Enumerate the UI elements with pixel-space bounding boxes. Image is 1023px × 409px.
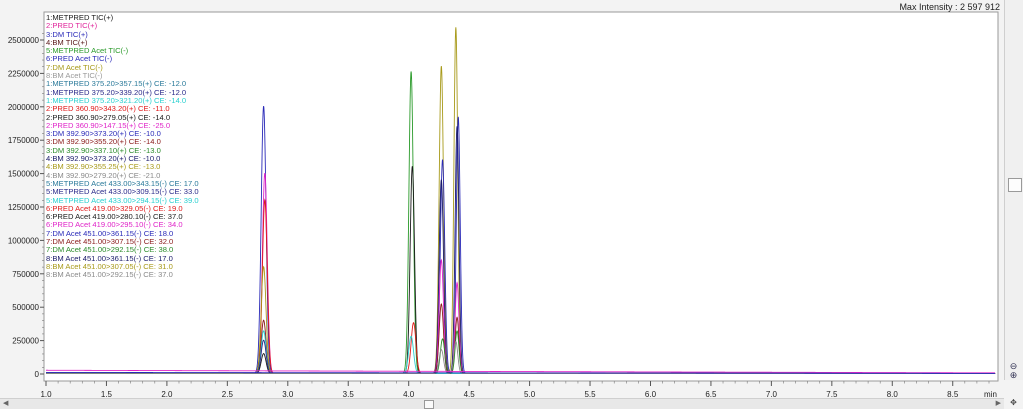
y-tick-label: 1250000 [8,203,40,212]
chromatogram-window: 0 250000 500000 750000 1000000 1250000 1500000… [0,0,1023,409]
x-tick-label: 3.0 [282,390,294,398]
x-tick-label: 6.0 [645,390,657,398]
x-tick-label: 8.5 [947,390,959,398]
scroll-right-arrow-icon[interactable]: ▶ [996,399,1001,407]
x-unit-label: min [984,390,997,398]
x-tick-label: 1.5 [101,390,113,398]
x-axis: 1.0 1.5 2.0 2.5 3.0 3.5 4.0 4.5 5.0 5.5 6.0 6.5 7.0 7… [40,381,990,398]
x-tick-label: 3.5 [343,390,355,398]
zoom-controls: ⊖ ⊕ [1004,362,1023,380]
x-tick-label: 7.5 [826,390,838,398]
x-tick-label: 6.5 [705,390,717,398]
x-tick-label: 4.5 [464,390,476,398]
y-tick-label: 0 [35,370,40,379]
y-tick-label: 1000000 [8,236,40,245]
x-tick-label: 8.0 [887,390,899,398]
x-tick-label: 5.0 [524,390,536,398]
x-tick-label: 7.0 [766,390,778,398]
legend: 1:METPRED TIC(+) 2:PRED TIC(+) 3:DM TIC(+)… [46,13,199,280]
vertical-scrollbar[interactable] [1004,0,1023,380]
x-tick-label: 4.0 [403,390,415,398]
y-tick-label: 2500000 [8,36,40,45]
y-tick-label: 250000 [12,337,39,346]
y-tick-label: 2000000 [8,103,40,112]
y-tick-label: 2250000 [8,69,40,78]
x-tick-label: 2.0 [161,390,173,398]
x-tick-label: 5.5 [584,390,596,398]
x-tick-label: 1.0 [40,390,52,398]
vertical-scroll-thumb[interactable] [1008,178,1022,192]
scroll-left-arrow-icon[interactable]: ◀ [3,399,8,407]
y-tick-label: 1750000 [8,136,40,145]
pan-icon[interactable]: ✥ [1004,398,1023,408]
y-tick-label: 750000 [12,270,39,279]
y-tick-label: 500000 [12,303,39,312]
horizontal-scrollbar[interactable]: ◀ ▶ [0,398,1004,409]
max-intensity-label: Max Intensity : 2 597 912 [899,2,1000,12]
legend-entry: 8:BM Acet 451.00>292.15(-) CE: 37.0 [46,270,173,280]
y-tick-label: 1500000 [8,170,40,179]
magnifier-plus-icon[interactable]: ⊕ [1004,371,1023,380]
x-tick-label: 2.5 [222,390,234,398]
y-axis: 0 250000 500000 750000 1000000 1250000 1500000… [8,33,44,379]
